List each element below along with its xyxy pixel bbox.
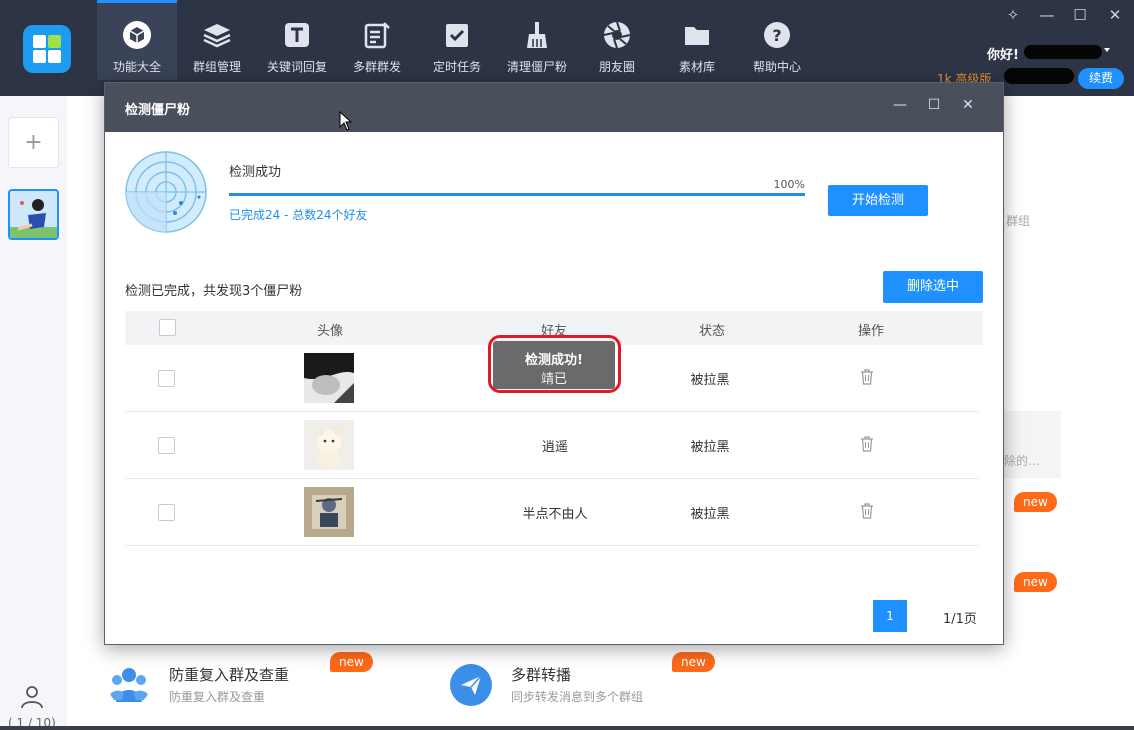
cube-icon (123, 21, 151, 49)
friend-name: 半点不由人 (522, 507, 588, 522)
dialog-maximize-button[interactable]: ☐ (924, 97, 944, 113)
account-avatar[interactable] (8, 189, 59, 240)
nav-label: 朋友圈 (598, 60, 635, 74)
column-action: 操作 (857, 324, 884, 339)
delete-selected-button[interactable]: 删除选中 (883, 271, 983, 303)
friend-name: 逍遥 (541, 440, 568, 455)
nav-label: 清理僵尸粉 (506, 60, 567, 74)
layers-icon (203, 24, 231, 48)
add-account-button[interactable]: + (8, 117, 59, 168)
new-badge: new (330, 652, 373, 672)
radar-icon (125, 151, 207, 233)
greeting-text: 你好! (987, 48, 1019, 63)
broadcast-edit-icon (364, 22, 390, 49)
result-summary: 检测已完成，共发现3个僵尸粉 (125, 284, 303, 299)
redacted-expiry (1004, 68, 1074, 84)
nav-item-moments[interactable]: 朋友圈 (577, 0, 657, 80)
dialog-title: 检测僵尸粉 (125, 103, 191, 118)
start-check-button[interactable]: 开始检测 (828, 185, 928, 216)
select-all-checkbox[interactable] (159, 319, 176, 336)
avatar (304, 487, 354, 537)
nav-item-clean-zombie[interactable]: 清理僵尸粉 (497, 0, 577, 80)
pagination-total: 1/1页 (943, 612, 977, 627)
feature-title: 防重复入群及查重 (169, 666, 290, 684)
nav-label: 功能大全 (112, 60, 161, 74)
renew-button[interactable]: 续费 (1078, 68, 1124, 89)
row-checkbox[interactable] (158, 504, 175, 521)
bg-card-text: 除的... (1004, 454, 1040, 468)
row-checkbox[interactable] (158, 370, 175, 387)
dialog-minimize-button[interactable]: — (890, 97, 910, 113)
new-badge: new (1014, 492, 1057, 512)
close-button[interactable]: ✕ (1104, 6, 1126, 24)
trash-icon[interactable] (860, 436, 874, 452)
zombie-check-dialog: 检测僵尸粉 — ☐ ✕ 检测成功 100% 已完成24 - 总数24个好友 开始… (104, 82, 1004, 645)
bg-group-text: 群组 (1006, 214, 1031, 228)
trash-icon[interactable] (860, 369, 874, 385)
nav-item-keyword-reply[interactable]: 关键词回复 (257, 0, 337, 80)
friend-status: 被拉黑 (690, 507, 730, 522)
clipboard-check-icon (446, 24, 468, 47)
progress-percent: 100% (773, 178, 805, 191)
minimize-button[interactable]: — (1036, 6, 1058, 24)
dialog-title-bar[interactable]: 检测僵尸粉 — ☐ ✕ (105, 83, 1003, 132)
avatar (304, 420, 354, 470)
nav-label: 帮助中心 (752, 60, 801, 74)
app-logo (23, 25, 71, 73)
status-title: 检测成功 (229, 165, 282, 180)
friend-status: 被拉黑 (690, 440, 730, 455)
table-row: 逍遥 被拉黑 (125, 412, 979, 479)
folder-icon (685, 27, 709, 45)
help-icon: ? (764, 22, 790, 48)
pagination-current-page[interactable]: 1 (873, 600, 907, 632)
send-icon (450, 664, 492, 706)
nav-item-help[interactable]: ? 帮助中心 (737, 0, 817, 80)
dialog-close-button[interactable]: ✕ (958, 97, 978, 113)
maximize-button[interactable]: ☐ (1069, 6, 1091, 24)
new-badge: new (1014, 572, 1057, 592)
redacted-username (1024, 45, 1102, 59)
row-checkbox[interactable] (158, 437, 175, 454)
nav-item-features[interactable]: 功能大全 (97, 0, 177, 80)
nav-label: 定时任务 (432, 60, 481, 74)
text-t-icon (285, 23, 309, 47)
nav-item-mass-send[interactable]: 多群群发 (337, 0, 417, 80)
progress-fill (229, 193, 805, 196)
column-status: 状态 (698, 324, 725, 339)
aperture-icon (603, 21, 631, 49)
users-icon (108, 668, 150, 702)
nav-item-scheduled-tasks[interactable]: 定时任务 (417, 0, 497, 80)
nav-label: 群组管理 (192, 60, 241, 74)
bottom-edge (0, 726, 1134, 730)
nav-item-groups[interactable]: 群组管理 (177, 0, 257, 80)
users-icon[interactable] (19, 684, 45, 710)
progress-summary: 已完成24 - 总数24个好友 (229, 208, 368, 222)
table-row: 半点不由人 被拉黑 (125, 479, 979, 546)
avatar (304, 353, 354, 403)
trash-icon[interactable] (860, 503, 874, 519)
nav-item-materials[interactable]: 素材库 (657, 0, 737, 80)
nav-label: 关键词回复 (266, 60, 327, 74)
friend-status: 被拉黑 (690, 373, 730, 388)
svg-text:?: ? (772, 26, 781, 45)
new-badge: new (672, 652, 715, 672)
chevron-down-icon[interactable] (1104, 48, 1110, 52)
nav-label: 素材库 (678, 60, 715, 74)
avatar-illustration-icon (10, 191, 57, 238)
pin-button[interactable]: ✧ (1002, 6, 1024, 24)
feature-desc: 同步转发消息到多个群组 (511, 690, 644, 704)
column-avatar: 头像 (316, 324, 343, 339)
account-sidebar: + ( 1 / 10) (0, 96, 67, 730)
broom-icon (527, 22, 547, 48)
nav-label: 多群群发 (352, 60, 401, 74)
red-highlight-annotation (488, 335, 621, 393)
feature-title: 多群转播 (511, 666, 572, 684)
mouse-cursor-icon (339, 111, 353, 131)
progress-bar (229, 193, 805, 196)
feature-desc: 防重复入群及查重 (169, 690, 266, 704)
